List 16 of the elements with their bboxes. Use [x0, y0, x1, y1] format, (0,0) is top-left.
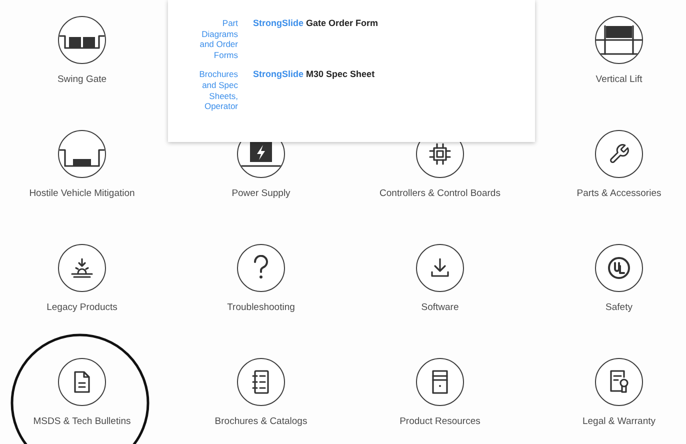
category-link[interactable]: Troubleshooting — [227, 302, 295, 313]
category-link[interactable]: Power Supply — [232, 188, 290, 199]
category-link[interactable]: Legal & Warranty — [582, 416, 656, 427]
category-link[interactable]: Safety — [606, 302, 632, 313]
category-link[interactable]: Software — [421, 302, 459, 313]
category-link[interactable]: Legacy Products — [46, 302, 118, 313]
category-link[interactable]: Swing Gate — [57, 74, 107, 85]
category-link[interactable]: Vertical Lift — [596, 74, 642, 85]
category-link[interactable]: MSDS & Tech Bulletins — [33, 416, 131, 427]
category-link[interactable]: Brochures & Catalogs — [214, 416, 308, 427]
document-link[interactable]: StrongSlide M30 Spec Sheet — [253, 69, 535, 80]
document-link[interactable]: StrongSlide Gate Order Form — [253, 18, 535, 28]
category-link[interactable]: Product Resources — [400, 416, 480, 427]
category-link[interactable]: Parts & Accessories — [576, 188, 662, 199]
category-link[interactable]: Hostile Vehicle Mitigation — [29, 188, 135, 199]
category-link[interactable]: Controllers & Control Boards — [380, 188, 500, 199]
